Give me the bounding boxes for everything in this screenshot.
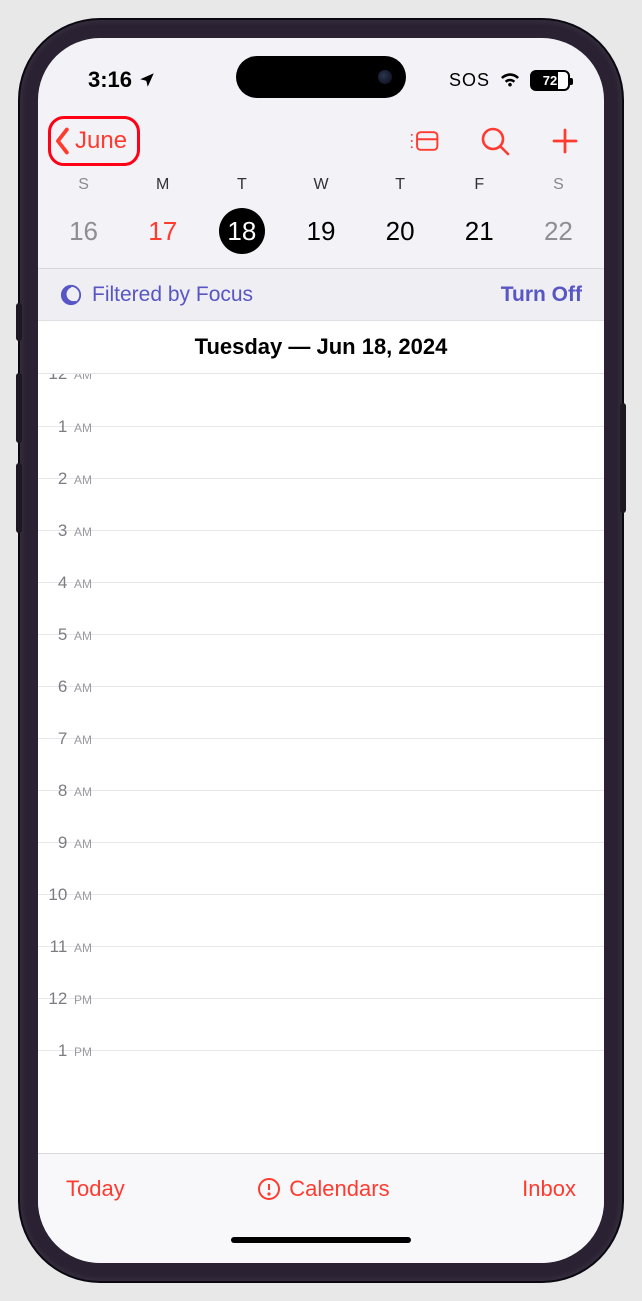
hour-label: 9 AM [38,833,98,853]
hour-row[interactable]: 1 PM [38,1050,604,1102]
hour-label: 6 AM [38,677,98,697]
hour-label: 1 PM [38,1041,98,1061]
hour-row[interactable]: 10 AM [38,894,604,946]
search-button[interactable] [480,126,510,156]
list-view-button[interactable] [410,126,440,156]
volume-up-button [16,373,22,443]
bottom-toolbar: Today Calendars Inbox [38,1153,604,1223]
hour-label: 7 AM [38,729,98,749]
hour-label: 4 AM [38,573,98,593]
hour-label: 12 PM [38,989,98,1009]
hour-row[interactable]: 11 AM [38,946,604,998]
day-number[interactable]: 22 [519,208,598,254]
day-of-week-label: T [202,176,281,208]
day-number[interactable]: 17 [123,208,202,254]
focus-turn-off-button[interactable]: Turn Off [501,283,582,307]
battery-indicator: 72 [530,70,570,91]
dynamic-island [236,56,406,98]
hour-label: 11 AM [38,937,98,957]
day-number[interactable]: 16 [44,208,123,254]
screen: 3:16 SOS 72 June [38,38,604,1263]
add-button[interactable] [550,126,580,156]
hour-row[interactable]: 2 AM [38,478,604,530]
calendars-label: Calendars [289,1176,389,1202]
day-of-week-label: S [519,176,598,208]
location-icon [138,71,156,89]
day-number[interactable]: 18 [202,208,281,254]
day-of-week-label: S [44,176,123,208]
focus-label: Filtered by Focus [92,283,253,307]
navbar: June [38,108,604,174]
hour-label: 1 AM [38,417,98,437]
day-of-week-label: T [361,176,440,208]
home-indicator[interactable] [38,1223,604,1263]
hour-label: 5 AM [38,625,98,645]
hour-row[interactable]: 12 PM [38,998,604,1050]
silent-switch [16,303,22,341]
status-time: 3:16 [88,67,132,93]
hour-row[interactable]: 9 AM [38,842,604,894]
day-of-week-label: F [440,176,519,208]
wifi-icon [498,68,522,93]
hour-row[interactable]: 5 AM [38,634,604,686]
hour-label: 3 AM [38,521,98,541]
hour-label: 2 AM [38,469,98,489]
day-of-week-label: W [281,176,360,208]
back-button[interactable]: June [48,116,140,166]
hour-row[interactable]: 3 AM [38,530,604,582]
phone-frame: 3:16 SOS 72 June [20,20,622,1281]
week-header: SMTWTFS16171819202122 [38,174,604,269]
hour-row[interactable]: 4 AM [38,582,604,634]
hour-row[interactable]: 1 AM [38,426,604,478]
power-button [620,403,626,513]
hour-label: 8 AM [38,781,98,801]
day-number[interactable]: 21 [440,208,519,254]
day-number[interactable]: 20 [361,208,440,254]
inbox-button[interactable]: Inbox [522,1176,576,1202]
hour-row[interactable]: 12 AM [38,374,604,426]
calendars-button[interactable]: Calendars [257,1176,389,1202]
moon-icon [60,284,82,306]
chevron-left-icon [53,127,73,155]
volume-down-button [16,463,22,533]
day-number[interactable]: 19 [281,208,360,254]
focus-filter-bar: Filtered by Focus Turn Off [38,269,604,321]
back-label: June [75,127,127,155]
alert-icon [257,1177,281,1201]
day-of-week-label: M [123,176,202,208]
hour-label: 12 AM [38,374,98,384]
hour-row[interactable]: 6 AM [38,686,604,738]
hour-row[interactable]: 7 AM [38,738,604,790]
hour-row[interactable]: 8 AM [38,790,604,842]
today-button[interactable]: Today [66,1176,125,1202]
date-title: Tuesday — Jun 18, 2024 [38,321,604,374]
hour-label: 10 AM [38,885,98,905]
day-timeline[interactable]: 12 AM1 AM2 AM3 AM4 AM5 AM6 AM7 AM8 AM9 A… [38,374,604,1153]
sos-indicator: SOS [449,70,490,91]
